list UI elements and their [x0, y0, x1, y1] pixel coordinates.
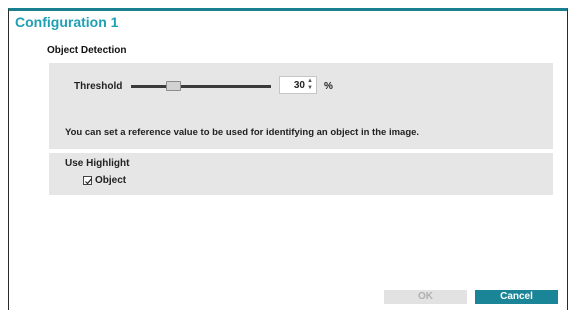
object-checkbox-label: Object — [95, 174, 127, 186]
threshold-info-text: You can set a reference value to be used… — [65, 127, 420, 138]
object-detection-heading: Object Detection — [47, 45, 127, 56]
slider-track[interactable] — [131, 85, 271, 88]
spin-up-icon[interactable]: ▲ — [306, 78, 314, 85]
threshold-label: Threshold — [74, 81, 123, 92]
cancel-button[interactable]: Cancel — [475, 290, 558, 304]
dialog-title: Configuration 1 — [15, 14, 119, 30]
threshold-slider[interactable] — [131, 80, 271, 92]
threshold-panel: Threshold 30 ▲ ▼ % You can set a referen… — [49, 63, 553, 149]
ok-button[interactable]: OK — [384, 290, 467, 304]
object-checkbox-row[interactable]: Object — [83, 174, 126, 186]
use-highlight-label: Use Highlight — [65, 158, 130, 169]
checkmark-icon — [85, 177, 92, 184]
configuration-dialog: Configuration 1 Object Detection Thresho… — [8, 8, 568, 310]
object-checkbox[interactable] — [83, 175, 92, 185]
highlight-panel: Use Highlight Object — [49, 153, 553, 195]
slider-thumb[interactable] — [166, 81, 181, 91]
threshold-spinbox[interactable]: 30 ▲ ▼ — [279, 76, 317, 94]
spin-arrows: ▲ ▼ — [306, 78, 314, 92]
spin-down-icon[interactable]: ▼ — [306, 85, 314, 92]
threshold-value[interactable]: 30 — [294, 80, 305, 91]
threshold-unit: % — [324, 81, 333, 92]
